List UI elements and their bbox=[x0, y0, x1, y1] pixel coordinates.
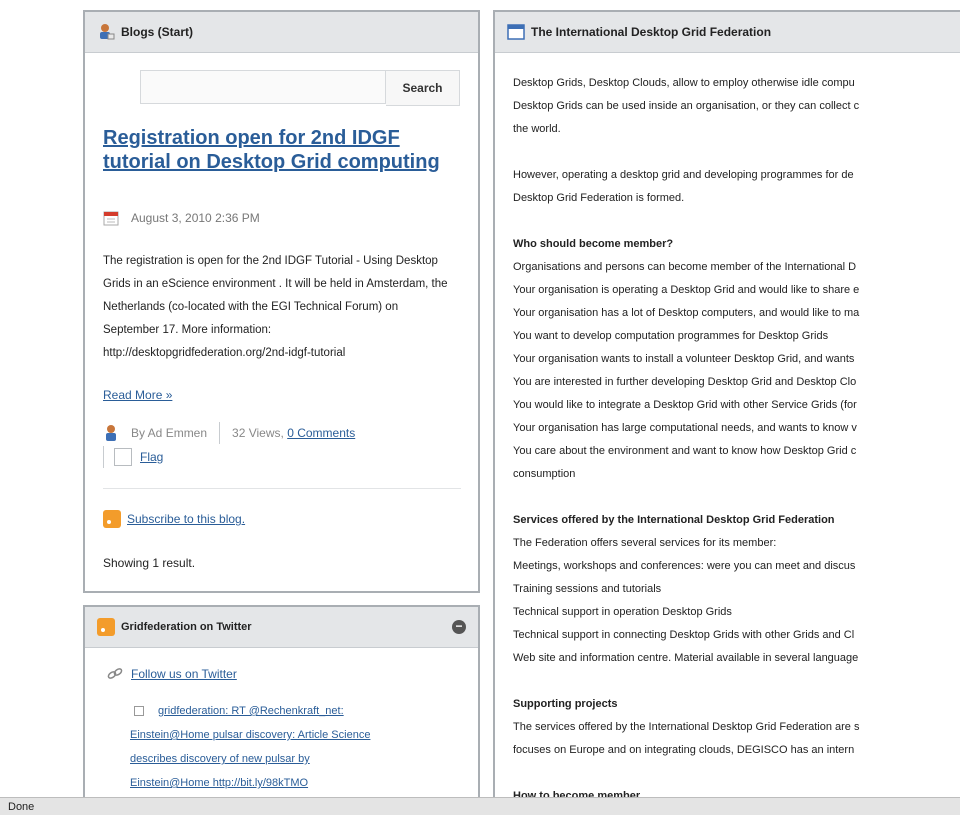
content-line: Web site and information centre. Materia… bbox=[513, 652, 859, 664]
content-line: You want to develop computation programm… bbox=[513, 330, 829, 342]
blog-portlet-header: Blogs (Start) bbox=[85, 12, 478, 53]
tweet-line: Einstein@Home http://bit.ly/98kTMO bbox=[130, 771, 450, 795]
tweet-line: Einstein@Home pulsar discovery: Article … bbox=[130, 723, 450, 747]
federation-portlet: The International Desktop Grid Federatio… bbox=[493, 10, 960, 810]
twitter-portlet-header: Gridfederation on Twitter − bbox=[85, 607, 478, 648]
post-date: August 3, 2010 2:36 PM bbox=[103, 210, 260, 226]
post-date-text: August 3, 2010 2:36 PM bbox=[131, 211, 260, 225]
section-heading: Who should become member? bbox=[513, 238, 674, 250]
content-line: Desktop Grid Federation is formed. bbox=[513, 192, 685, 204]
blog-portlet-title: Blogs (Start) bbox=[121, 25, 193, 39]
subscribe-link[interactable]: Subscribe to this blog. bbox=[127, 512, 245, 526]
tweet-item: gridfederation: RT @Rechenkraft_net: Ein… bbox=[130, 699, 450, 795]
tweet-line: gridfederation: RT @Rechenkraft_net: bbox=[130, 699, 450, 723]
post-meta: By Ad Emmen 32 Views, 0 Comments bbox=[103, 422, 355, 444]
tweet-link[interactable]: Einstein@Home pulsar discovery: Article … bbox=[130, 729, 370, 741]
blog-search: Search bbox=[140, 70, 460, 106]
post-body: The registration is open for the 2nd IDG… bbox=[103, 255, 448, 359]
content-line: Your organisation wants to install a vol… bbox=[513, 353, 855, 365]
content-line: Training sessions and tutorials bbox=[513, 583, 662, 595]
tweet-bullet-icon bbox=[134, 706, 144, 716]
results-count: Showing 1 result. bbox=[103, 556, 196, 570]
section-heading: Services offered by the International De… bbox=[513, 514, 835, 526]
meta-divider bbox=[219, 422, 221, 444]
comments-link[interactable]: 0 Comments bbox=[287, 426, 355, 440]
flag-row: Flag bbox=[103, 446, 163, 468]
divider bbox=[103, 488, 461, 489]
content-line: You are interested in further developing… bbox=[513, 376, 857, 388]
content-line: Meetings, workshops and conferences: wer… bbox=[513, 560, 856, 572]
subscribe-row: Subscribe to this blog. bbox=[103, 510, 245, 528]
post-author: By Ad Emmen bbox=[131, 426, 208, 440]
content-line: Your organisation has large computationa… bbox=[513, 422, 857, 434]
rss-icon[interactable] bbox=[103, 510, 121, 528]
flag-divider bbox=[103, 446, 104, 468]
content-line: consumption bbox=[513, 468, 576, 480]
content-line: the world. bbox=[513, 123, 561, 135]
collapse-icon[interactable]: − bbox=[452, 620, 466, 634]
author-avatar-icon bbox=[103, 424, 121, 442]
blog-author-icon bbox=[97, 23, 115, 41]
tweet-link[interactable]: describes discovery of new pulsar by bbox=[130, 753, 310, 765]
follow-row: Follow us on Twitter bbox=[107, 667, 237, 681]
content-line: The services offered by the Internationa… bbox=[513, 721, 860, 733]
content-line: Desktop Grids, Desktop Clouds, allow to … bbox=[513, 77, 855, 89]
twitter-portlet: Gridfederation on Twitter − Follow us on… bbox=[83, 605, 480, 805]
content-line: Technical support in operation Desktop G… bbox=[513, 606, 732, 618]
content-line: Desktop Grids can be used inside an orga… bbox=[513, 100, 860, 112]
read-more-link[interactable]: Read More » bbox=[103, 388, 172, 402]
content-line: The Federation offers several services f… bbox=[513, 537, 777, 549]
content-line: focuses on Europe and on integrating clo… bbox=[513, 744, 855, 756]
content-line: Technical support in connecting Desktop … bbox=[513, 629, 855, 641]
flag-link[interactable]: Flag bbox=[140, 450, 163, 464]
post-views: 32 Views, bbox=[232, 426, 284, 440]
search-button[interactable]: Search bbox=[386, 70, 460, 106]
federation-portlet-header: The International Desktop Grid Federatio… bbox=[495, 12, 960, 53]
section-heading: Supporting projects bbox=[513, 698, 618, 710]
tweet-line: describes discovery of new pulsar by bbox=[130, 747, 450, 771]
federation-portlet-title: The International Desktop Grid Federatio… bbox=[531, 25, 772, 39]
rss-feed-icon bbox=[97, 618, 115, 636]
tweet-link[interactable]: gridfederation: RT @Rechenkraft_net: bbox=[158, 699, 344, 723]
content-line: You care about the environment and want … bbox=[513, 445, 857, 457]
calendar-icon bbox=[103, 210, 119, 226]
content-line: Your organisation is operating a Desktop… bbox=[513, 284, 860, 296]
follow-twitter-link[interactable]: Follow us on Twitter bbox=[131, 667, 237, 681]
twitter-portlet-title: Gridfederation on Twitter bbox=[121, 621, 252, 633]
content-line: You would like to integrate a Desktop Gr… bbox=[513, 399, 857, 411]
link-icon bbox=[107, 667, 123, 681]
content-line: However, operating a desktop grid and de… bbox=[513, 169, 854, 181]
flag-icon[interactable] bbox=[114, 448, 132, 466]
window-icon bbox=[507, 24, 525, 40]
content-line: Your organisation has a lot of Desktop c… bbox=[513, 307, 860, 319]
status-bar: Done bbox=[0, 797, 960, 815]
federation-content: Desktop Grids, Desktop Clouds, allow to … bbox=[513, 72, 960, 808]
blog-portlet: Blogs (Start) Search Registration open f… bbox=[83, 10, 480, 593]
post-title-link[interactable]: Registration open for 2nd IDGF tutorial … bbox=[103, 126, 443, 174]
tweet-link[interactable]: Einstein@Home http://bit.ly/98kTMO bbox=[130, 777, 308, 789]
content-line: Organisations and persons can become mem… bbox=[513, 261, 857, 273]
search-input[interactable] bbox=[140, 70, 386, 104]
